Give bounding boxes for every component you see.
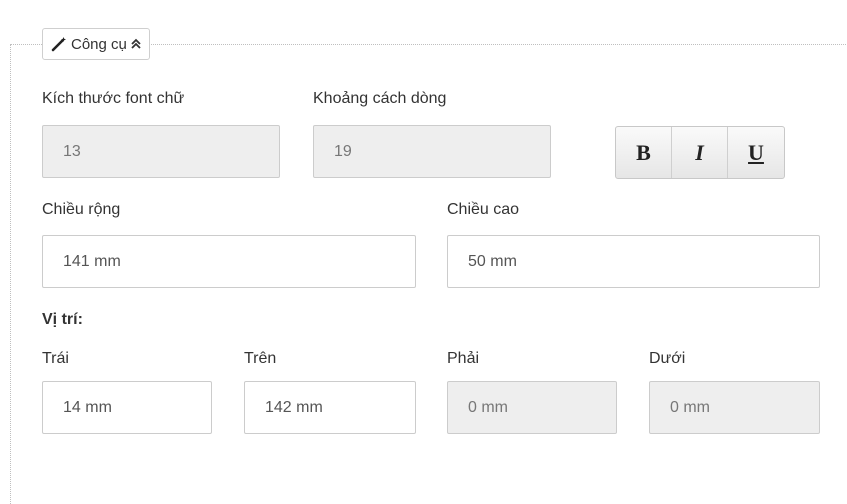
line-spacing-label: Khoảng cách dòng xyxy=(313,90,447,107)
left-field[interactable] xyxy=(42,381,212,434)
font-size-field[interactable] xyxy=(42,125,280,178)
line-spacing-field[interactable] xyxy=(313,125,551,178)
toolbox-title: Công cụ xyxy=(71,35,127,53)
chevron-double-up-icon xyxy=(131,38,141,50)
italic-button[interactable]: I xyxy=(672,127,728,178)
bottom-label: Dưới xyxy=(649,350,686,367)
underline-button[interactable]: U xyxy=(728,127,784,178)
bold-button[interactable]: B xyxy=(616,127,672,178)
top-field[interactable] xyxy=(244,381,416,434)
height-field[interactable] xyxy=(447,235,820,288)
font-size-label: Kích thước font chữ xyxy=(42,90,185,107)
width-field[interactable] xyxy=(42,235,416,288)
width-label: Chiều rộng xyxy=(42,201,121,218)
height-label: Chiều cao xyxy=(447,201,520,218)
bottom-field[interactable] xyxy=(649,381,820,434)
right-label: Phải xyxy=(447,350,480,367)
toolbox-toggle[interactable]: Công cụ xyxy=(42,28,150,60)
left-label: Trái xyxy=(42,350,69,367)
position-heading: Vị trí: xyxy=(42,311,83,328)
format-button-group: B I U xyxy=(615,126,785,179)
right-field[interactable] xyxy=(447,381,617,434)
magic-wand-icon xyxy=(51,36,67,52)
top-label: Trên xyxy=(244,350,277,367)
